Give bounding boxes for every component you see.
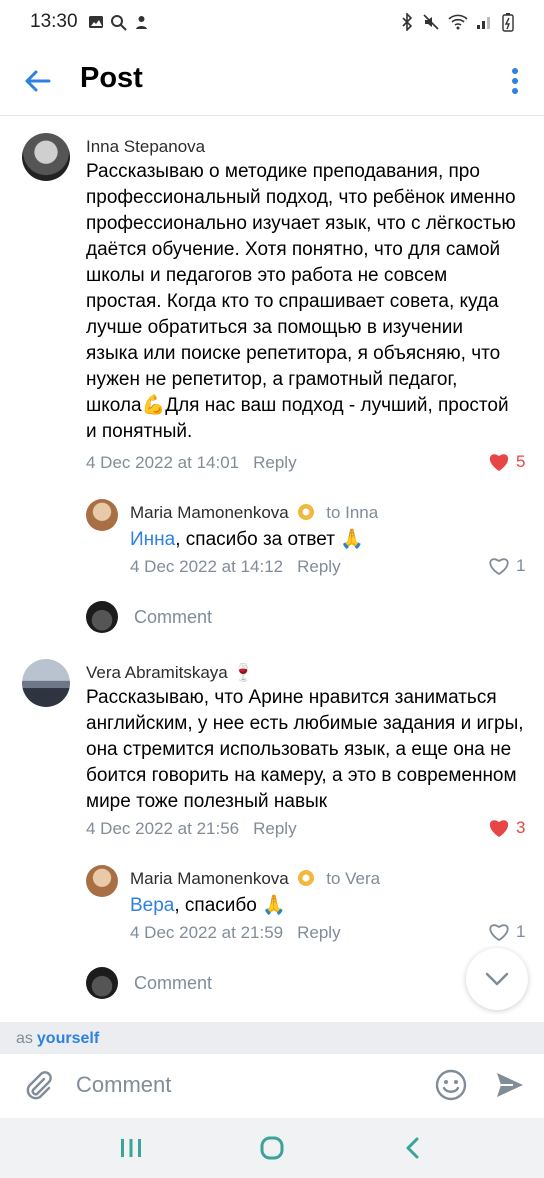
verified-badge-icon bbox=[298, 504, 315, 520]
comment-text: Рассказываю о методике преподавания, про… bbox=[86, 161, 516, 442]
avatar[interactable] bbox=[22, 659, 70, 707]
comment-date: 4 Dec 2022 at 21:56 bbox=[86, 819, 240, 838]
comment-author[interactable]: Inna Stepanova bbox=[86, 137, 205, 157]
send-icon[interactable] bbox=[494, 1070, 526, 1100]
avatar bbox=[86, 967, 118, 999]
emoji-icon[interactable] bbox=[434, 1068, 468, 1102]
comments-feed[interactable]: Inna Stepanova Рассказываю о методике пр… bbox=[0, 117, 544, 1022]
post-as-prefix: as bbox=[16, 1030, 33, 1047]
back-button[interactable] bbox=[393, 1128, 433, 1168]
comment-date: 4 Dec 2022 at 21:59 bbox=[130, 923, 284, 942]
notification-app-icon bbox=[135, 15, 147, 29]
comment-composer: Comment bbox=[0, 1054, 544, 1118]
bluetooth-icon bbox=[402, 13, 413, 31]
thread-comment-placeholder: Comment bbox=[134, 606, 213, 627]
comment-meta: 4 Dec 2022 at 21:56 Reply bbox=[86, 819, 297, 839]
mention-link[interactable]: Вера bbox=[130, 895, 174, 916]
avatar[interactable] bbox=[86, 499, 118, 531]
heart-filled-icon bbox=[489, 820, 509, 837]
reply-button[interactable]: Reply bbox=[253, 453, 296, 472]
comment-input[interactable]: Comment bbox=[76, 1072, 171, 1098]
reply-button[interactable]: Reply bbox=[297, 923, 340, 942]
like-button[interactable]: 1 bbox=[488, 922, 525, 942]
heart-filled-icon bbox=[489, 454, 509, 471]
recent-apps-icon bbox=[120, 1139, 141, 1157]
recent-apps-button[interactable] bbox=[111, 1128, 151, 1168]
reply-to: to Inna bbox=[326, 503, 379, 522]
comment-date: 4 Dec 2022 at 14:12 bbox=[130, 557, 284, 576]
like-button[interactable]: 5 bbox=[488, 452, 525, 472]
attach-icon[interactable] bbox=[22, 1070, 54, 1102]
comment-author[interactable]: Vera Abramitskaya 🍷 bbox=[86, 663, 254, 683]
system-navigation-bar bbox=[0, 1118, 544, 1178]
home-button[interactable] bbox=[252, 1128, 292, 1168]
status-time: 13:30 bbox=[30, 11, 78, 32]
battery-icon bbox=[502, 13, 514, 32]
home-icon bbox=[260, 1136, 284, 1160]
reply-to: to Vera bbox=[326, 869, 381, 888]
thread-comment-input[interactable]: Comment bbox=[86, 601, 212, 633]
search-icon bbox=[110, 14, 127, 31]
status-bar: 13:30 bbox=[0, 0, 544, 44]
like-count: 1 bbox=[516, 556, 526, 575]
wifi-icon bbox=[448, 14, 468, 30]
heart-outline-icon bbox=[489, 924, 509, 942]
thread-comment-input[interactable]: Comment bbox=[86, 967, 212, 999]
heart-outline-icon bbox=[489, 558, 509, 576]
post-as-selector[interactable]: as yourself bbox=[0, 1022, 544, 1054]
like-count: 5 bbox=[516, 452, 526, 471]
signal-icon bbox=[477, 17, 490, 29]
mute-icon bbox=[423, 14, 439, 30]
like-button[interactable]: 1 bbox=[488, 556, 525, 576]
reply-button[interactable]: Reply bbox=[297, 557, 340, 576]
gallery-icon bbox=[88, 16, 103, 28]
avatar[interactable] bbox=[86, 865, 118, 897]
chevron-down-icon bbox=[485, 972, 509, 986]
comment-date: 4 Dec 2022 at 14:01 bbox=[86, 453, 240, 472]
avatar bbox=[86, 601, 118, 633]
like-button[interactable]: 3 bbox=[488, 818, 525, 838]
reply-author[interactable]: Maria Mamonenkova to Inna bbox=[130, 503, 378, 523]
like-count: 3 bbox=[516, 818, 526, 837]
avatar[interactable] bbox=[22, 133, 70, 181]
post-as-identity[interactable]: yourself bbox=[37, 1030, 99, 1047]
app-bar: Post bbox=[0, 44, 544, 116]
more-options-icon[interactable] bbox=[510, 66, 520, 96]
back-arrow-icon[interactable] bbox=[22, 66, 52, 96]
like-count: 1 bbox=[516, 922, 526, 941]
comment-meta: 4 Dec 2022 at 14:01 Reply bbox=[86, 453, 297, 473]
verified-badge-icon bbox=[298, 870, 315, 886]
comment-text: Рассказываю, что Арине нравится занимать… bbox=[86, 687, 524, 812]
back-chevron-icon bbox=[406, 1137, 419, 1159]
mention-link[interactable]: Инна bbox=[130, 529, 175, 550]
scroll-down-button[interactable] bbox=[466, 948, 528, 1010]
reply-text: Инна, спасибо за ответ 🙏 bbox=[130, 529, 364, 550]
thread-comment-placeholder: Comment bbox=[134, 972, 213, 993]
reply-meta: 4 Dec 2022 at 14:12 Reply bbox=[130, 557, 341, 577]
reply-author[interactable]: Maria Mamonenkova to Vera bbox=[130, 869, 380, 889]
reply-text: Вера, спасибо 🙏 bbox=[130, 895, 286, 916]
reply-meta: 4 Dec 2022 at 21:59 Reply bbox=[130, 923, 341, 943]
page-title: Post bbox=[80, 62, 143, 94]
reply-button[interactable]: Reply bbox=[253, 819, 296, 838]
